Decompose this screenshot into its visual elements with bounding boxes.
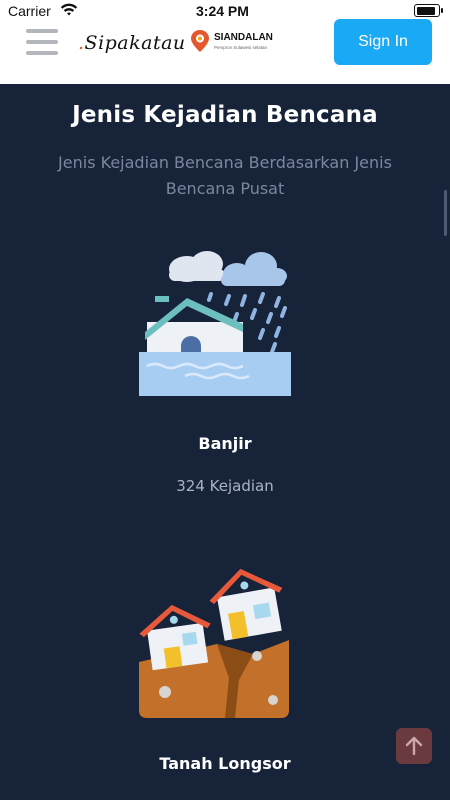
back-to-top-button[interactable] [396,728,432,764]
top-navbar: .Sipakatau SIANDALAN Pemprov Sulawesi se… [0,19,450,84]
page-title: Jenis Kejadian Bencana [72,102,378,128]
landslide-icon [139,568,289,718]
logo-primary-text: Sipakatau [84,32,186,54]
siandalan-logo[interactable]: SIANDALAN Pemprov Sulawesi selatan [190,29,278,55]
logo-secondary-text: SIANDALAN [214,32,273,43]
battery-icon [414,4,443,17]
location-pin-icon [191,30,209,52]
carrier-label: Carrier [8,3,51,19]
disaster-name: Tanah Longsor [159,754,291,773]
disaster-name: Banjir [198,434,252,453]
disaster-count: 324 Kejadian [176,477,274,495]
hamburger-menu-icon[interactable] [26,29,58,57]
sign-in-button[interactable]: Sign In [334,19,432,65]
logo-secondary-tagline: Pemprov Sulawesi selatan [214,45,268,50]
scrollbar[interactable] [444,190,447,236]
flood-icon [139,251,291,396]
sipakatau-logo[interactable]: .Sipakatau [78,32,186,54]
page-subtitle: Jenis Kejadian Bencana Berdasarkan Jenis… [58,153,392,198]
arrow-up-icon [405,736,423,756]
status-time: 3:24 PM [196,3,249,19]
wifi-icon [60,3,78,20]
